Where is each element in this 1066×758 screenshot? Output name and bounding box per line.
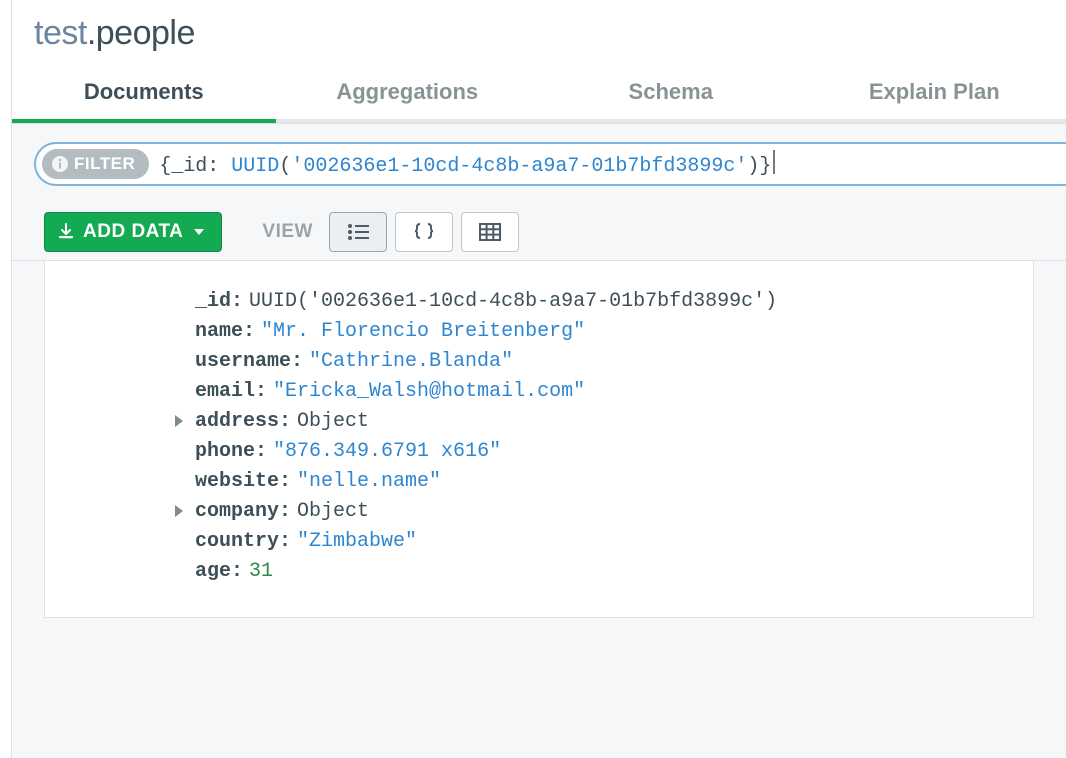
caret-down-icon [193,226,205,238]
field-row-country[interactable]: country"Zimbabwe" [195,527,1013,557]
filter-bar[interactable]: FILTER {_id: UUID('002636e1-10cd-4c8b-a9… [34,142,1066,186]
field-row-email[interactable]: email"Ericka_Walsh@hotmail.com" [195,377,1013,407]
tab-explain-plan[interactable]: Explain Plan [803,71,1066,123]
toolbar: ADD DATA VIEW [12,186,1066,261]
field-row-address[interactable]: addressObject [195,407,1013,437]
table-icon [479,223,501,241]
tab-schema[interactable]: Schema [539,71,803,123]
collection-name: people [96,14,195,52]
title-separator: . [87,14,96,52]
field-row-id[interactable]: _idUUID('002636e1-10cd-4c8b-a9a7-01b7bfd… [195,287,1013,317]
field-row-name[interactable]: name"Mr. Florencio Breitenberg" [195,317,1013,347]
field-row-website[interactable]: website"nelle.name" [195,467,1013,497]
add-data-label: ADD DATA [83,221,183,243]
view-label: VIEW [262,221,313,243]
filter-pill-label: FILTER [74,154,135,174]
filter-pill[interactable]: FILTER [42,149,149,179]
filter-query-input[interactable]: {_id: UUID('002636e1-10cd-4c8b-a9a7-01b7… [159,150,775,178]
document-card[interactable]: _idUUID('002636e1-10cd-4c8b-a9a7-01b7bfd… [44,261,1034,618]
download-icon [57,223,75,241]
info-icon [52,156,68,172]
tab-bar: Documents Aggregations Schema Explain Pl… [12,57,1066,124]
window-left-divider [0,0,12,758]
view-list-button[interactable] [329,212,387,252]
view-json-button[interactable] [395,212,453,252]
expand-icon[interactable] [175,415,183,427]
field-row-username[interactable]: username"Cathrine.Blanda" [195,347,1013,377]
add-data-button[interactable]: ADD DATA [44,212,222,252]
field-row-phone[interactable]: phone"876.349.6791 x616" [195,437,1013,467]
database-name: test [34,14,87,52]
collection-title: test.people [12,0,1066,57]
tab-aggregations[interactable]: Aggregations [276,71,540,123]
expand-icon[interactable] [175,505,183,517]
list-icon [347,223,369,241]
braces-icon [413,223,435,241]
text-cursor [773,150,775,174]
field-row-company[interactable]: companyObject [195,497,1013,527]
view-table-button[interactable] [461,212,519,252]
tab-documents[interactable]: Documents [12,71,276,123]
view-mode-group [329,212,527,252]
field-row-age[interactable]: age31 [195,557,1013,587]
